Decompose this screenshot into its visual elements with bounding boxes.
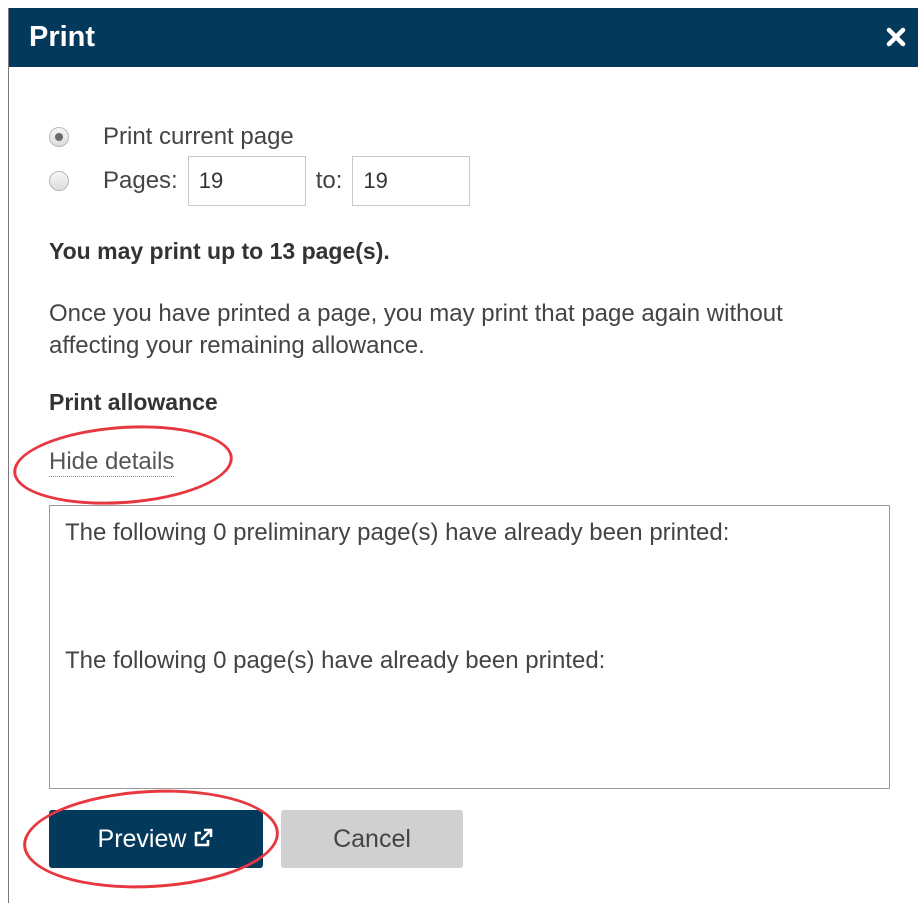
preview-button-label: Preview: [97, 825, 187, 853]
allowance-info-text: Once you have printed a page, you may pr…: [49, 300, 783, 359]
pages-option[interactable]: Pages: to:: [49, 156, 471, 206]
pages-printed-text: The following 0 page(s) have already bee…: [65, 647, 606, 674]
preview-button[interactable]: Preview: [49, 810, 263, 868]
pages-to-input[interactable]: [352, 156, 471, 206]
print-current-page-label: Print current page: [103, 123, 294, 150]
pages-label: Pages:: [103, 167, 178, 194]
pages-radio[interactable]: [49, 171, 69, 191]
print-allowance-heading: Print allowance: [49, 389, 218, 415]
pages-from-input[interactable]: [187, 156, 306, 206]
print-current-page-radio[interactable]: [49, 127, 69, 147]
cancel-button[interactable]: Cancel: [281, 810, 463, 868]
print-dialog: Print Print current page Pages: to: You …: [8, 8, 918, 903]
allowance-limit-text: You may print up to 13 page(s).: [49, 238, 390, 264]
close-button[interactable]: [883, 24, 909, 50]
external-link-icon: [195, 828, 213, 847]
dialog-titlebar: Print: [9, 8, 918, 67]
print-current-page-option[interactable]: Print current page: [49, 123, 294, 151]
print-details-box: The following 0 preliminary page(s) have…: [49, 505, 890, 789]
close-icon: [886, 27, 906, 47]
dialog-title: Print: [29, 21, 96, 53]
pages-to-label: to:: [315, 167, 343, 194]
preliminary-printed-text: The following 0 preliminary page(s) have…: [65, 519, 730, 546]
hide-details-link[interactable]: Hide details: [49, 448, 175, 477]
